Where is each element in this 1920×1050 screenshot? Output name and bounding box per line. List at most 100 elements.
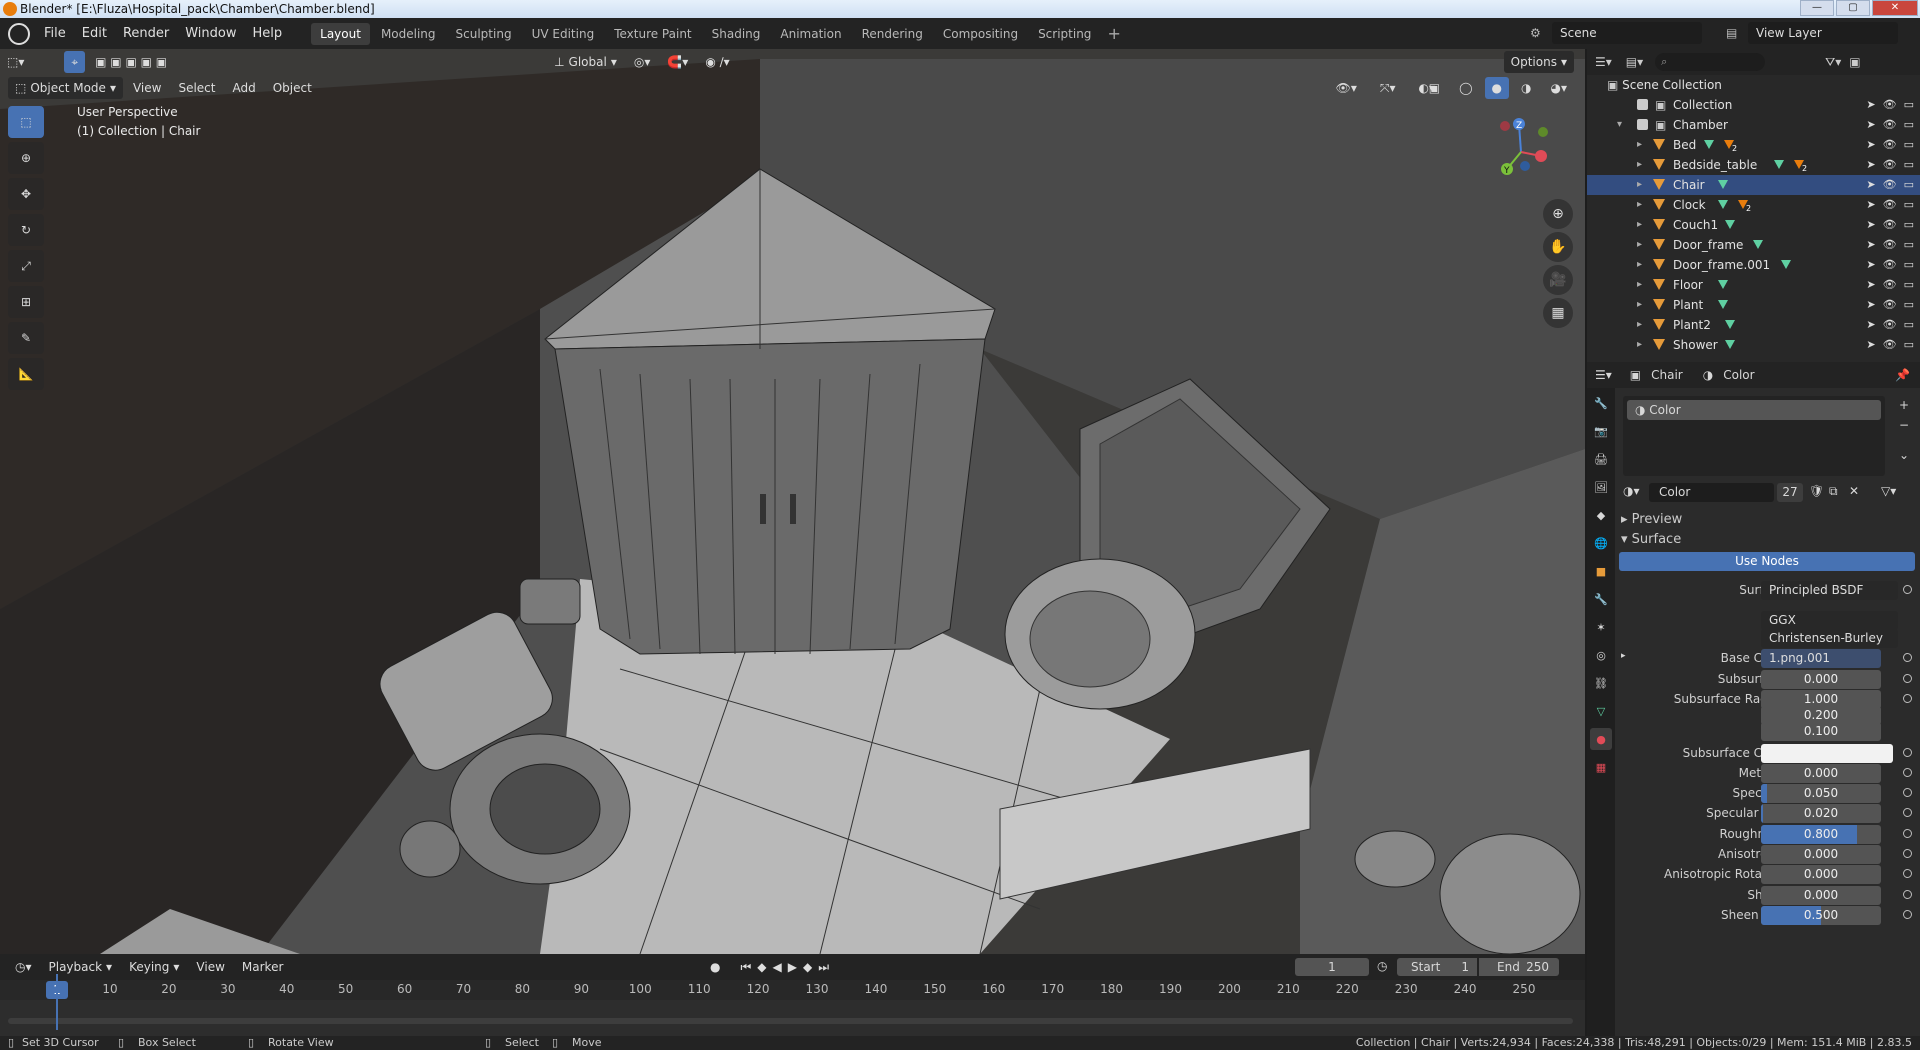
- mesh-data-icon[interactable]: [1704, 140, 1714, 149]
- socket-link-dot-icon[interactable]: [1903, 890, 1912, 899]
- render-camera-icon[interactable]: ▭: [1904, 115, 1914, 135]
- output-tab-icon[interactable]: 🖨: [1590, 448, 1612, 470]
- timeline-editor-icon[interactable]: ◷▾: [8, 956, 39, 978]
- base-color-expand-icon[interactable]: ▸: [1621, 651, 1626, 661]
- select-arrow-icon[interactable]: ➤: [1866, 195, 1875, 215]
- mesh-data-icon[interactable]: [1725, 320, 1735, 329]
- field-value-slider[interactable]: 0.050: [1761, 784, 1881, 803]
- view-layer-selector[interactable]: View Layer: [1748, 22, 1898, 44]
- select-arrow-icon[interactable]: ➤: [1866, 155, 1875, 175]
- wireframe-shading-icon[interactable]: ◯: [1452, 77, 1479, 99]
- display-mode-icon[interactable]: ▤▾: [1626, 55, 1643, 69]
- outliner-item-door-frame-001[interactable]: ▸ Door_frame.001 ➤ 👁 ▭: [1587, 255, 1920, 275]
- material-slot-item[interactable]: ◑ Color: [1627, 400, 1881, 420]
- tab-compositing[interactable]: Compositing: [934, 23, 1027, 45]
- tab-texture-paint[interactable]: Texture Paint: [605, 23, 700, 45]
- exclude-checkbox-icon[interactable]: [1637, 99, 1648, 110]
- perspective-toggle-icon[interactable]: ▦: [1543, 298, 1573, 328]
- expand-icon[interactable]: ▸: [1637, 335, 1642, 355]
- menu-help[interactable]: Help: [245, 18, 291, 49]
- menu-playback[interactable]: Playback ▾: [42, 956, 120, 978]
- socket-link-dot-icon[interactable]: [1903, 849, 1912, 858]
- eye-icon[interactable]: 👁: [1883, 235, 1897, 255]
- view-layer-tab-icon[interactable]: 🖼: [1590, 476, 1612, 498]
- filter-icon[interactable]: ⛛▾: [1825, 55, 1841, 70]
- eye-icon[interactable]: 👁: [1883, 295, 1897, 315]
- eye-icon[interactable]: 👁: [1883, 175, 1897, 195]
- expand-icon[interactable]: ▸: [1637, 135, 1642, 155]
- select-arrow-icon[interactable]: ➤: [1866, 295, 1875, 315]
- mesh-data-icon[interactable]: [1781, 260, 1791, 269]
- menu-render[interactable]: Render: [115, 18, 177, 49]
- visibility-icon[interactable]: 👁▾: [1329, 77, 1364, 99]
- play-reverse-icon[interactable]: ◀: [773, 960, 782, 975]
- options-dropdown[interactable]: Options ▾: [1503, 51, 1574, 73]
- socket-link-dot-icon[interactable]: [1903, 674, 1912, 683]
- solid-shading-icon[interactable]: ●: [1484, 77, 1510, 99]
- timeline-scrollbar[interactable]: [8, 1018, 1573, 1024]
- snap-icon[interactable]: 🧲▾: [660, 51, 695, 73]
- blender-menu-icon[interactable]: [8, 22, 30, 45]
- proportional-edit-icon[interactable]: ◉ ∕▾: [698, 51, 736, 73]
- base-color-link-dot-icon[interactable]: [1903, 653, 1912, 662]
- select-arrow-icon[interactable]: ➤: [1866, 115, 1875, 135]
- outliner-item-shower[interactable]: ▸ Shower ➤ 👁 ▭: [1587, 335, 1920, 355]
- slot-specials-icon[interactable]: ⌄: [1899, 448, 1909, 462]
- socket-link-dot-icon[interactable]: [1903, 869, 1912, 878]
- select-arrow-icon[interactable]: ➤: [1866, 175, 1875, 195]
- select-arrow-icon[interactable]: ➤: [1866, 215, 1875, 235]
- tab-modeling[interactable]: Modeling: [372, 23, 445, 45]
- start-frame-field[interactable]: Start 1: [1397, 958, 1477, 976]
- jump-end-icon[interactable]: ⏭: [818, 960, 829, 975]
- maximize-icon[interactable]: ▢: [1836, 0, 1870, 16]
- expand-icon[interactable]: ▸: [1637, 155, 1642, 175]
- measure-tool-icon[interactable]: 📐: [8, 358, 44, 390]
- duplicate-material-icon[interactable]: ⧉: [1829, 484, 1838, 499]
- transform-orientation-dropdown[interactable]: ⊥ Global ▾: [547, 51, 624, 73]
- eye-icon[interactable]: 👁: [1883, 115, 1897, 135]
- mode-dropdown[interactable]: ⬚ Object Mode ▾: [8, 77, 123, 99]
- outliner-search-input[interactable]: ⌕: [1655, 53, 1766, 71]
- expand-icon[interactable]: ▸: [1637, 235, 1642, 255]
- socket-link-dot-icon[interactable]: [1903, 768, 1912, 777]
- unlink-material-icon[interactable]: ✕: [1849, 484, 1859, 498]
- render-camera-icon[interactable]: ▭: [1904, 135, 1914, 155]
- tool-tab-icon[interactable]: 🔧: [1590, 392, 1612, 414]
- select-arrow-icon[interactable]: ➤: [1866, 235, 1875, 255]
- annotate-tool-icon[interactable]: ✎: [8, 322, 44, 354]
- render-camera-icon[interactable]: ▭: [1904, 315, 1914, 335]
- record-icon[interactable]: ●: [710, 960, 720, 975]
- expand-icon[interactable]: ▸: [1637, 255, 1642, 275]
- render-camera-icon[interactable]: ▭: [1904, 235, 1914, 255]
- menu-file[interactable]: File: [36, 18, 74, 49]
- play-icon[interactable]: ▶: [788, 960, 797, 975]
- outliner-item-plant2[interactable]: ▸ Plant2 ➤ 👁 ▭: [1587, 315, 1920, 335]
- socket-link-dot-icon[interactable]: [1903, 910, 1912, 919]
- data-tab-icon[interactable]: ▽: [1590, 700, 1612, 722]
- outliner-item-floor[interactable]: ▸ Floor ➤ 👁 ▭: [1587, 275, 1920, 295]
- pivot-icon[interactable]: ◎▾: [627, 51, 658, 73]
- exclude-checkbox-icon[interactable]: [1637, 119, 1648, 130]
- new-collection-icon[interactable]: ▣: [1849, 55, 1860, 69]
- tab-scripting[interactable]: Scripting: [1029, 23, 1100, 45]
- mesh-data-icon[interactable]: [1725, 340, 1735, 349]
- mesh-data-icon[interactable]: [1718, 200, 1728, 209]
- camera-view-icon[interactable]: 🎥: [1543, 265, 1573, 295]
- xray-icon[interactable]: ▣: [1422, 77, 1447, 99]
- eye-icon[interactable]: 👁: [1883, 95, 1897, 115]
- surface-shader-dropdown[interactable]: Principled BSDF: [1761, 581, 1898, 600]
- material-name-field[interactable]: Color: [1649, 483, 1774, 502]
- user-count[interactable]: 27: [1777, 483, 1803, 502]
- render-camera-icon[interactable]: ▭: [1904, 255, 1914, 275]
- expand-icon[interactable]: ▸: [1637, 195, 1642, 215]
- transform-tool-icon[interactable]: ⊞: [8, 286, 44, 318]
- eye-icon[interactable]: 👁: [1883, 335, 1897, 355]
- menu-view[interactable]: View: [126, 77, 168, 99]
- field-value-slider[interactable]: 0.000: [1761, 845, 1881, 864]
- eye-icon[interactable]: 👁: [1883, 155, 1897, 175]
- preview-range-icon[interactable]: ◷: [1377, 959, 1387, 973]
- base-color-texture-field[interactable]: 1.png.001: [1761, 649, 1881, 668]
- mesh-data-icon[interactable]: [1774, 160, 1784, 169]
- properties-editor-icon[interactable]: ☰▾: [1595, 368, 1612, 382]
- minimize-icon[interactable]: —: [1800, 0, 1834, 16]
